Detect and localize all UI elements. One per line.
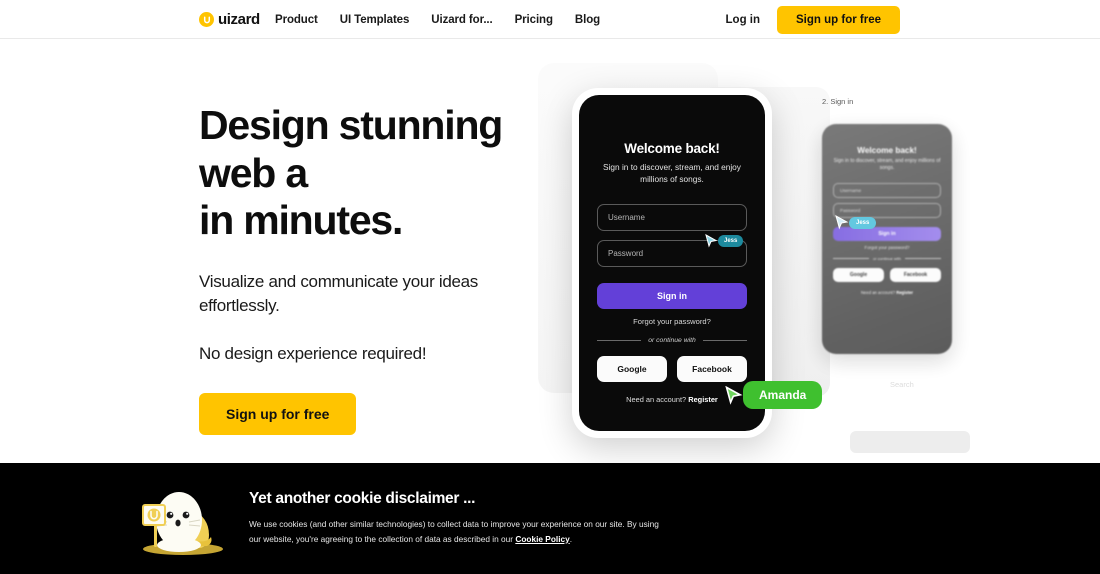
hero-subheadline: Visualize and communicate your ideas eff… <box>199 271 478 315</box>
mockup-facebook-button: Facebook <box>677 356 747 383</box>
ghost-need-account-label: Need an account? <box>861 290 896 295</box>
ghost-search-label: Search <box>890 380 914 389</box>
divider-line-left <box>597 340 642 342</box>
mockup-social-buttons: Google Facebook <box>597 356 747 383</box>
signup-button[interactable]: Sign up for free <box>777 5 900 34</box>
cookie-body: We use cookies (and other similar techno… <box>249 517 664 546</box>
u-glyph-icon <box>203 15 210 23</box>
ghost-facebook-button: Facebook <box>890 268 941 282</box>
mockup-google-button: Google <box>597 356 667 383</box>
ghost-step-label: 2. Sign in <box>822 97 854 106</box>
nav-actions: Log in Sign up for free <box>726 0 900 39</box>
mockup-divider: or continue with <box>597 337 748 345</box>
brand-logo[interactable]: uizard <box>199 11 260 28</box>
cursor-arrow-ghost-icon <box>835 215 849 230</box>
divider-label: or continue with <box>648 337 696 345</box>
mascot-illustration <box>133 479 225 557</box>
hero-section: Design stunning web a in minutes. Visual… <box>0 39 1100 463</box>
cursor-arrow-icon <box>705 234 718 248</box>
ghost-register-row: Need an account? Register <box>833 290 941 295</box>
cookie-body-part2: . <box>569 533 573 544</box>
brand-name: uizard <box>218 11 260 28</box>
nav-link-blog[interactable]: Blog <box>564 14 611 26</box>
cursor-jess-ghost-label: Jess <box>849 216 877 229</box>
cursor-jess: Jess <box>705 234 744 248</box>
ghost-username-field: Username <box>833 183 941 198</box>
hero-illustration: 2. Sign in Welcome back! Sign in to disc… <box>520 39 1100 463</box>
cookie-banner: Yet another cookie disclaimer ... We use… <box>0 463 1100 574</box>
cookie-policy-link[interactable]: Cookie Policy <box>515 534 569 544</box>
ghost-subtitle: Sign in to discover, stream, and enjoy m… <box>833 158 941 171</box>
ghost-forgot-link: Forgot your password? <box>864 245 910 250</box>
background-panel-strip <box>850 431 970 453</box>
nav-link-ui-templates[interactable]: UI Templates <box>329 14 421 26</box>
page-title: Design stunning web a in minutes. <box>199 102 529 245</box>
cursor-jess-label: Jess <box>718 235 744 247</box>
nav-links: Product UI Templates Uizard for... Prici… <box>264 0 611 39</box>
cursor-arrow-amanda-icon <box>725 385 743 405</box>
need-account-label: Need an account? <box>626 395 687 405</box>
ghost-phone-mockup: Welcome back! Sign in to discover, strea… <box>822 124 952 354</box>
hero-signup-button[interactable]: Sign up for free <box>199 393 357 436</box>
headline-line-1: Design stunning <box>199 102 503 148</box>
nav-link-product[interactable]: Product <box>264 14 329 26</box>
ghost-register-link: Register <box>896 290 913 295</box>
ghost-divider: or continue with <box>833 256 942 261</box>
cookie-title: Yet another cookie disclaimer ... <box>249 490 476 507</box>
cursor-amanda-label: Amanda <box>743 381 823 409</box>
nav-link-pricing[interactable]: Pricing <box>504 14 564 26</box>
headline-line-3: in minutes. <box>199 197 403 244</box>
ghost-social-buttons: Google Facebook <box>833 268 941 282</box>
landing-page: uizard Product UI Templates Uizard for..… <box>0 0 1100 574</box>
ghost-google-button: Google <box>833 268 884 282</box>
divider-line-right <box>702 340 748 342</box>
hero-copy: Design stunning web a in minutes. Visual… <box>199 102 529 436</box>
cursor-amanda: Amanda <box>725 381 823 409</box>
mockup-title: Welcome back! <box>624 141 720 156</box>
register-link: Register <box>688 395 718 405</box>
ghost-title: Welcome back! <box>857 146 917 155</box>
login-link[interactable]: Log in <box>726 14 761 26</box>
u-logo-icon <box>199 12 214 27</box>
mockup-subtitle: Sign in to discover, stream, and enjoy m… <box>603 162 741 185</box>
cookie-body-part1: We use cookies (and other similar techno… <box>249 519 659 544</box>
top-navbar: uizard Product UI Templates Uizard for..… <box>0 0 1100 39</box>
cursor-jess-ghost: Jess <box>835 215 877 230</box>
hero-subheadline-secondary: No design experience required! <box>199 343 427 363</box>
seal-mascot-icon <box>142 492 223 555</box>
nav-link-uizard-for[interactable]: Uizard for... <box>420 14 503 26</box>
ghost-divider-label: or continue with <box>873 256 902 261</box>
ghost-divider-line-left <box>833 258 869 259</box>
mockup-signin-button: Sign in <box>597 283 747 310</box>
mockup-forgot-link: Forgot your password? <box>633 317 711 327</box>
mockup-username-field: Username <box>597 204 747 232</box>
ghost-divider-line-right <box>905 258 942 259</box>
cookie-text-block: Yet another cookie disclaimer ... We use… <box>249 490 889 546</box>
headline-line-2: web a <box>199 149 308 196</box>
